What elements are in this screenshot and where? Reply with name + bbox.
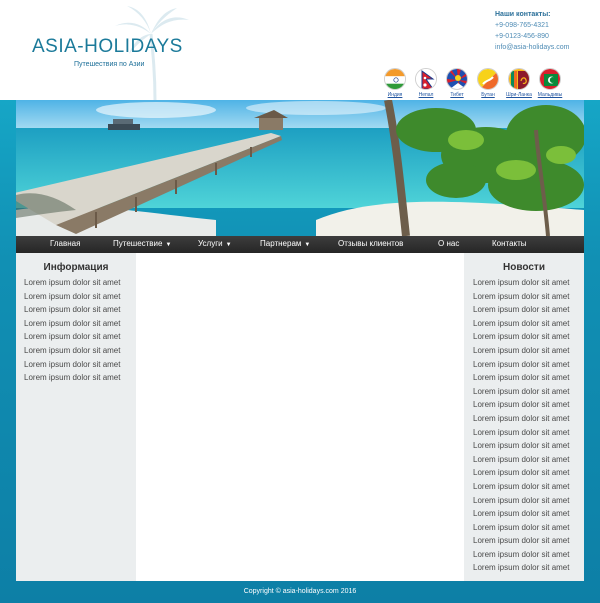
list-item[interactable]: Lorem ipsum dolor sit amet: [464, 303, 584, 317]
nav-item-label: Путешествие: [113, 239, 163, 248]
nav-item-label: Партнерам: [260, 239, 302, 248]
country-flags: Индия Непал Тибет Бутан Шри-Ланка Мальди…: [383, 68, 562, 98]
list-item[interactable]: Lorem ipsum dolor sit amet: [464, 534, 584, 548]
flag-label: Мальдивы: [537, 92, 563, 98]
nav-item-services[interactable]: Услуги ▼: [198, 239, 232, 248]
info-title: Информация: [43, 262, 109, 273]
flag-label: Шри-Ланка: [506, 92, 532, 98]
list-item[interactable]: Lorem ipsum dolor sit amet: [464, 398, 584, 412]
news-title: Новости: [503, 262, 545, 273]
page: ASIA-HOLIDAYS Путешествия по Азии Наши к…: [16, 0, 584, 603]
contact-phone-2: +9-0123-456-890: [495, 33, 549, 40]
maldives-flag-icon: [539, 68, 561, 90]
nepal-flag-icon: [415, 68, 437, 90]
contact-phone-1: +9-098-765-4321: [495, 22, 549, 29]
nav-item-label: Услуги: [198, 239, 223, 248]
list-item[interactable]: Lorem ipsum dolor sit amet: [464, 344, 584, 358]
list-item[interactable]: Lorem ipsum dolor sit amet: [16, 344, 136, 358]
hero-banner-image: [16, 100, 584, 236]
list-item[interactable]: Lorem ipsum dolor sit amet: [16, 330, 136, 344]
site-tagline: Путешествия по Азии: [74, 61, 145, 68]
list-item[interactable]: Lorem ipsum dolor sit amet: [464, 439, 584, 453]
nav-item-home[interactable]: Главная: [50, 239, 80, 248]
nav-item-contacts[interactable]: Контакты: [492, 239, 527, 248]
info-sidebar: Информация Lorem ipsum dolor sit amet Lor…: [16, 253, 136, 581]
nav-item-label: О нас: [438, 239, 460, 248]
list-item[interactable]: Lorem ipsum dolor sit amet: [464, 480, 584, 494]
list-item[interactable]: Lorem ipsum dolor sit amet: [16, 303, 136, 317]
list-item[interactable]: Lorem ipsum dolor sit amet: [464, 466, 584, 480]
list-item[interactable]: Lorem ipsum dolor sit amet: [464, 426, 584, 440]
flag-label: Непал: [418, 92, 434, 98]
list-item[interactable]: Lorem ipsum dolor sit amet: [16, 358, 136, 372]
flag-link-india[interactable]: Индия: [383, 68, 407, 98]
nav-item-label: Отзывы клиентов: [338, 239, 404, 248]
info-list: Lorem ipsum dolor sit amet Lorem ipsum do…: [16, 276, 136, 385]
main-nav: Главная Путешествие ▼ Услуги ▼ Партнерам ▼ …: [16, 236, 584, 253]
chevron-down-icon: ▼: [165, 242, 172, 248]
list-item[interactable]: Lorem ipsum dolor sit amet: [464, 548, 584, 562]
flag-link-sri-lanka[interactable]: Шри-Ланка: [506, 68, 532, 98]
list-item[interactable]: Lorem ipsum dolor sit amet: [464, 494, 584, 508]
list-item[interactable]: Lorem ipsum dolor sit amet: [464, 371, 584, 385]
list-item[interactable]: Lorem ipsum dolor sit amet: [16, 317, 136, 331]
flag-link-tibet[interactable]: Тибет: [445, 68, 469, 98]
list-item[interactable]: Lorem ipsum dolor sit amet: [464, 317, 584, 331]
flag-label: Индия: [387, 92, 403, 98]
list-item[interactable]: Lorem ipsum dolor sit amet: [464, 358, 584, 372]
header: ASIA-HOLIDAYS Путешествия по Азии Наши к…: [16, 0, 584, 100]
chevron-down-icon: ▼: [225, 242, 232, 248]
footer-copyright: Copyright © asia-holidays.com 2016: [243, 588, 357, 595]
flag-link-bhutan[interactable]: Бутан: [476, 68, 500, 98]
flag-label: Бутан: [481, 92, 495, 98]
site-logo[interactable]: ASIA-HOLIDAYS: [32, 36, 183, 58]
bhutan-flag-icon: [477, 68, 499, 90]
india-flag-icon: [384, 68, 406, 90]
contacts-title: Наши контакты:: [495, 11, 551, 18]
tibet-flag-icon: [446, 68, 468, 90]
list-item[interactable]: Lorem ipsum dolor sit amet: [16, 371, 136, 385]
list-item[interactable]: Lorem ipsum dolor sit amet: [464, 290, 584, 304]
nav-item-label: Главная: [50, 239, 81, 248]
nav-item-partners[interactable]: Партнерам ▼: [260, 239, 310, 248]
flag-label: Тибет: [450, 92, 464, 98]
list-item[interactable]: Lorem ipsum dolor sit amet: [464, 385, 584, 399]
list-item[interactable]: Lorem ipsum dolor sit amet: [464, 521, 584, 535]
list-item[interactable]: Lorem ipsum dolor sit amet: [464, 412, 584, 426]
nav-item-label: Контакты: [492, 239, 527, 248]
flag-link-nepal[interactable]: Непал: [414, 68, 438, 98]
main-content: [136, 253, 464, 581]
news-sidebar: Новости Lorem ipsum dolor sit amet Lorem …: [464, 253, 584, 581]
list-item[interactable]: Lorem ipsum dolor sit amet: [464, 507, 584, 521]
list-item[interactable]: Lorem ipsum dolor sit amet: [16, 276, 136, 290]
contacts-block: Наши контакты: +9-098-765-4321 +9-0123-4…: [495, 9, 569, 53]
list-item[interactable]: Lorem ipsum dolor sit amet: [464, 453, 584, 467]
chevron-down-icon: ▼: [304, 242, 311, 248]
nav-item-reviews[interactable]: Отзывы клиентов: [338, 239, 403, 248]
flag-link-maldives[interactable]: Мальдивы: [538, 68, 562, 98]
news-list: Lorem ipsum dolor sit amet Lorem ipsum do…: [464, 276, 584, 575]
nav-item-about[interactable]: О нас: [438, 239, 459, 248]
list-item[interactable]: Lorem ipsum dolor sit amet: [464, 330, 584, 344]
sri-lanka-flag-icon: [508, 68, 530, 90]
list-item[interactable]: Lorem ipsum dolor sit amet: [464, 561, 584, 575]
nav-item-travel[interactable]: Путешествие ▼: [113, 239, 171, 248]
list-item[interactable]: Lorem ipsum dolor sit amet: [464, 276, 584, 290]
contact-email[interactable]: info@asia-holidays.com: [495, 42, 569, 53]
list-item[interactable]: Lorem ipsum dolor sit amet: [16, 290, 136, 304]
